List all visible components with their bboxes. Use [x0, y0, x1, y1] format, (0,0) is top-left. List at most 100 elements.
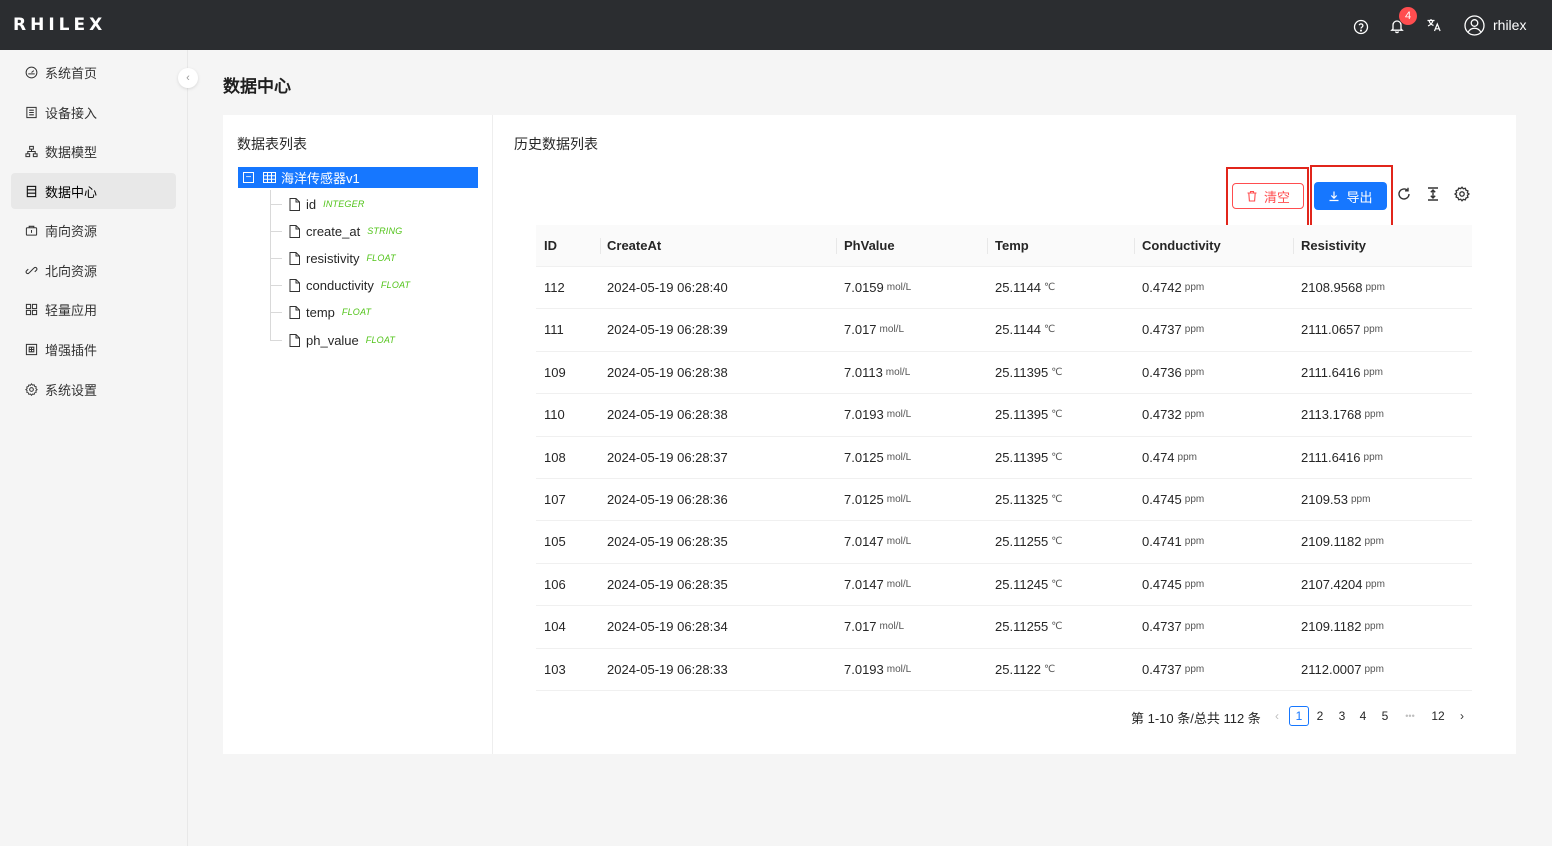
table-row[interactable]: 111 2024-05-19 06:28:39 7.017 mol/L 25.1144 ℃…	[536, 309, 1472, 352]
col-header-resistivity[interactable]: Resistivity	[1301, 225, 1366, 267]
sidebar-collapse-button[interactable]: ‹	[178, 68, 198, 88]
cell-temp-value: 25.1122	[995, 661, 1042, 677]
cell-conductivity-value: 0.4736	[1142, 364, 1182, 380]
refresh-icon[interactable]	[1396, 186, 1412, 202]
cell-createat-value: 2024-05-19 06:28:38	[607, 407, 728, 423]
cell-conductivity-value: 0.4737	[1142, 661, 1182, 677]
cell-resistivity-value: 2112.0007	[1301, 661, 1362, 677]
tree-branch	[270, 284, 282, 286]
cell-conductivity: 0.4737 ppm	[1142, 606, 1204, 648]
sidebar-item-model[interactable]: 数据模型	[11, 133, 176, 169]
table-row[interactable]: 106 2024-05-19 06:28:35 7.0147 mol/L 25.1124…	[536, 564, 1472, 607]
sidebar-item-label: 轻量应用	[45, 302, 98, 318]
field-type: FLOAT	[341, 307, 372, 317]
table-row[interactable]: 104 2024-05-19 06:28:34 7.017 mol/L 25.11255…	[536, 606, 1472, 649]
col-separator	[987, 238, 988, 254]
tree-root-node[interactable]: − 海洋传感器v1	[238, 167, 478, 188]
tree-field-node[interactable]: create_at STRING	[270, 221, 402, 241]
sidebar-item-plugin[interactable]: 增强插件	[11, 331, 176, 367]
tree-field-node[interactable]: temp FLOAT	[270, 302, 371, 322]
cell-resistivity-value: 2108.9568	[1301, 280, 1363, 295]
cell-phvalue-unit: mol/L	[886, 663, 912, 675]
translate-icon[interactable]	[1425, 16, 1443, 34]
cell-phvalue-value: 7.0193	[844, 661, 884, 677]
page-5[interactable]: 5	[1375, 706, 1395, 726]
col-header-phvalue[interactable]: PhValue	[844, 225, 895, 267]
sidebar-item-south-resource[interactable]: 南向资源	[11, 212, 176, 248]
model-icon	[24, 144, 38, 158]
plugin-icon	[24, 342, 38, 356]
page-1[interactable]: 1	[1289, 706, 1309, 726]
page-4[interactable]: 4	[1353, 706, 1373, 726]
cell-createat-value: 2024-05-19 06:28:35	[607, 534, 728, 550]
collapse-toggle-icon[interactable]: −	[243, 172, 254, 183]
cell-phvalue-unit: mol/L	[885, 366, 911, 378]
next-page-icon[interactable]: ›	[1455, 706, 1469, 726]
cell-id: 103	[544, 649, 566, 691]
cell-resistivity-value: 2113.1768	[1301, 407, 1362, 423]
field-type: FLOAT	[365, 335, 396, 345]
field-name: conductivity	[306, 277, 374, 293]
col-header-temp[interactable]: Temp	[995, 225, 1029, 267]
table-row[interactable]: 112 2024-05-19 06:28:40 7.0159 mol/L 25.1144…	[536, 267, 1472, 310]
cell-phvalue: 7.0159 mol/L	[844, 267, 911, 309]
cell-id-value: 105	[544, 534, 566, 550]
cell-temp-value: 25.11325	[995, 491, 1049, 507]
table-row[interactable]: 109 2024-05-19 06:28:38 7.0113 mol/L 25.1139…	[536, 352, 1472, 395]
tree-field-node[interactable]: id INTEGER	[270, 194, 365, 214]
cell-phvalue: 7.0125 mol/L	[844, 437, 911, 479]
tree-field-node[interactable]: conductivity FLOAT	[270, 275, 410, 295]
table-row[interactable]: 103 2024-05-19 06:28:33 7.0193 mol/L 25.1122…	[536, 649, 1472, 691]
cell-phvalue-value: 7.017	[844, 619, 877, 635]
cell-conductivity-unit: ppm	[1184, 409, 1205, 421]
sidebar-item-home[interactable]: 系统首页	[11, 54, 176, 90]
tree-branch	[270, 311, 282, 313]
tree-field-node[interactable]: ph_value FLOAT	[270, 330, 395, 350]
cell-phvalue: 7.0147 mol/L	[844, 564, 911, 606]
setting-gear-icon[interactable]	[1453, 186, 1471, 202]
cell-createat-value: 2024-05-19 06:28:36	[607, 491, 728, 507]
table-row[interactable]: 110 2024-05-19 06:28:38 7.0193 mol/L 25.1139…	[536, 394, 1472, 437]
table-row[interactable]: 108 2024-05-19 06:28:37 7.0125 mol/L 25.1139…	[536, 437, 1472, 479]
help-icon[interactable]	[1352, 18, 1370, 36]
data-center-icon	[24, 184, 38, 198]
cell-conductivity-unit: ppm	[1184, 578, 1205, 590]
cell-resistivity-value: 2109.53	[1301, 491, 1348, 507]
field-type: INTEGER	[323, 199, 365, 209]
cell-createat: 2024-05-19 06:28:38	[607, 352, 728, 394]
page-ellipsis[interactable]: •••	[1400, 706, 1420, 726]
col-header-conductivity[interactable]: Conductivity	[1142, 225, 1221, 267]
col-header-createat[interactable]: CreateAt	[607, 225, 661, 267]
page-2[interactable]: 2	[1310, 706, 1330, 726]
sidebar-item-settings[interactable]: 系统设置	[11, 371, 176, 407]
logo: RHILEX	[13, 15, 107, 35]
export-button[interactable]: 导出	[1314, 182, 1387, 210]
user-avatar-icon[interactable]	[1464, 15, 1485, 36]
col-header-id[interactable]: ID	[544, 225, 557, 267]
page-last[interactable]: 12	[1428, 706, 1448, 726]
sidebar-item-app[interactable]: 轻量应用	[11, 291, 176, 327]
sidebar-item-label: 数据中心	[45, 184, 98, 200]
username[interactable]: rhilex	[1493, 17, 1526, 33]
tree-field-node[interactable]: resistivity FLOAT	[270, 248, 396, 268]
sidebar-item-data-center[interactable]: 数据中心	[11, 173, 176, 209]
cell-temp: 25.11395 ℃	[995, 394, 1063, 436]
cell-resistivity: 2111.0657 ppm	[1301, 309, 1383, 351]
page-3[interactable]: 3	[1332, 706, 1352, 726]
cell-phvalue-unit: mol/L	[886, 282, 912, 293]
sidebar-item-north-resource[interactable]: 北向资源	[11, 252, 176, 288]
table-row[interactable]: 107 2024-05-19 06:28:36 7.0125 mol/L 25.1132…	[536, 479, 1472, 522]
field-type: FLOAT	[380, 280, 411, 290]
table-row[interactable]: 105 2024-05-19 06:28:35 7.0147 mol/L 25.1125…	[536, 521, 1472, 564]
cell-conductivity: 0.4736 ppm	[1142, 352, 1204, 394]
cell-conductivity-value: 0.4745	[1142, 491, 1182, 507]
cell-resistivity-value: 2107.4204	[1301, 576, 1363, 592]
panel-divider	[492, 115, 493, 754]
prev-page-icon[interactable]: ‹	[1270, 706, 1284, 726]
tree-root-label: 海洋传感器v1	[281, 171, 360, 186]
column-height-icon[interactable]	[1425, 186, 1441, 202]
cell-resistivity: 2109.1182 ppm	[1301, 521, 1384, 563]
cell-id-value: 104	[544, 619, 566, 635]
clear-button[interactable]: 清空	[1232, 183, 1304, 209]
sidebar-item-device[interactable]: 设备接入	[11, 94, 176, 130]
